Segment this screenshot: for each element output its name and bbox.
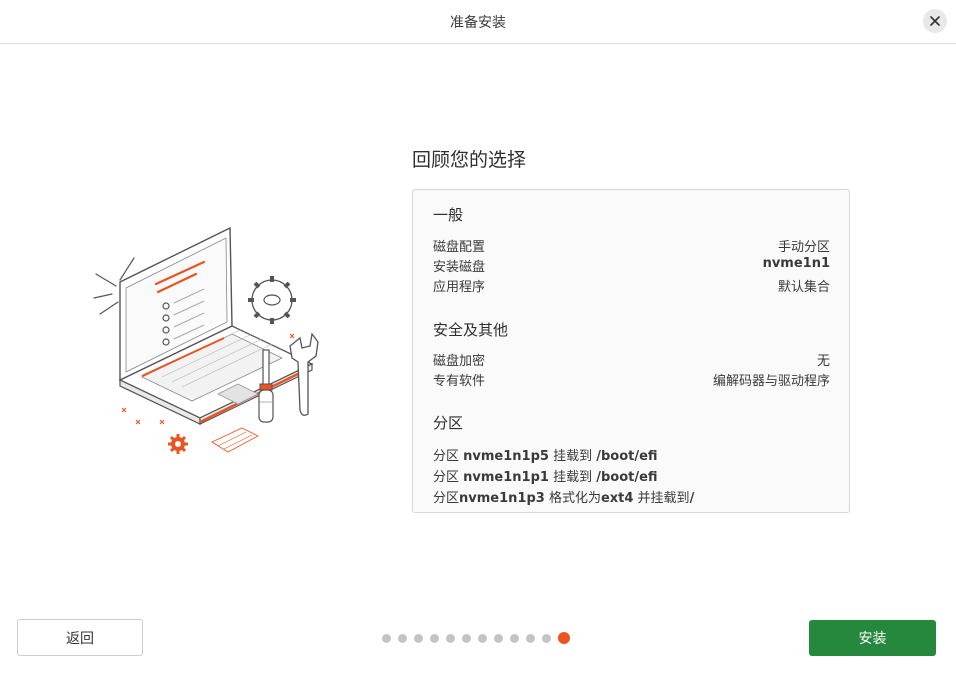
- row-key: 安装磁盘: [433, 260, 486, 275]
- security-section-title: 安全及其他: [433, 321, 509, 339]
- back-button[interactable]: 返回: [17, 619, 143, 656]
- partition-prefix: 分区: [433, 491, 460, 506]
- partition-action: 格式化为: [544, 491, 601, 506]
- partition-action: 并挂载到: [633, 491, 690, 506]
- summary-panel: 一般 磁盘配置 手动分区 安装磁盘 nvme1n1 应用程序 默认集合 安全及其…: [412, 189, 850, 513]
- partition-device: nvme1n1p5: [463, 449, 549, 464]
- partition-device: nvme1n1p1: [463, 470, 549, 485]
- partition-line: 分区 nvme1n1p5 挂载到 /boot/efi: [433, 445, 658, 464]
- page-dot: [494, 633, 503, 643]
- partition-target: /: [689, 491, 695, 506]
- laptop-tools-illustration: [93, 226, 319, 454]
- summary-row-disk-config: 磁盘配置 手动分区: [433, 236, 830, 256]
- page-indicator: [382, 631, 570, 645]
- page-heading: 回顾您的选择: [412, 149, 527, 171]
- partition-filesystem: ext4: [600, 491, 634, 506]
- install-button[interactable]: 安装: [809, 620, 936, 656]
- page-dot: [510, 633, 519, 643]
- row-value: 无: [816, 354, 830, 369]
- page-dot: [430, 633, 439, 643]
- page-dot: [414, 633, 423, 643]
- partition-action: 挂载到: [548, 449, 597, 464]
- summary-row-proprietary-software: 专有软件 编解码器与驱动程序: [433, 370, 830, 390]
- partition-target: /boot/efi: [596, 449, 658, 464]
- row-key: 磁盘配置: [433, 240, 486, 255]
- row-value: nvme1n1: [762, 256, 830, 271]
- summary-row-disk-encryption: 磁盘加密 无: [433, 350, 830, 370]
- page-dot: [446, 633, 455, 643]
- row-key: 应用程序: [433, 280, 486, 295]
- page-dot: [478, 633, 487, 643]
- general-section-title: 一般: [433, 206, 464, 224]
- row-key: 磁盘加密: [433, 354, 486, 369]
- row-key: 专有软件: [433, 374, 486, 389]
- row-value: 手动分区: [777, 240, 830, 255]
- page-dot: [462, 633, 471, 643]
- partition-line: 分区nvme1n1p3 格式化为ext4 并挂载到/: [433, 487, 694, 506]
- summary-row-applications: 应用程序 默认集合: [433, 276, 830, 296]
- partition-prefix: 分区: [433, 449, 464, 464]
- page-dot-active: [558, 632, 570, 644]
- window-title: 准备安装: [450, 15, 506, 31]
- close-icon: [930, 16, 940, 26]
- partition-prefix: 分区: [433, 470, 464, 485]
- partition-device: nvme1n1p3: [459, 491, 545, 506]
- page-dot: [398, 633, 407, 643]
- partition-action: 挂载到: [548, 470, 597, 485]
- partition-target: /boot/efi: [596, 470, 658, 485]
- row-value: 编解码器与驱动程序: [712, 374, 830, 389]
- partition-line: 分区 nvme1n1p1 挂载到 /boot/efi: [433, 466, 658, 485]
- page-dot: [526, 633, 535, 643]
- row-value: 默认集合: [777, 280, 830, 295]
- page-dot: [382, 633, 391, 643]
- close-button[interactable]: [923, 9, 947, 33]
- page-dot: [542, 633, 551, 643]
- summary-row-install-disk: 安装磁盘 nvme1n1: [433, 256, 830, 276]
- partitions-section-title: 分区: [433, 414, 464, 432]
- title-bar: 准备安装: [0, 0, 956, 44]
